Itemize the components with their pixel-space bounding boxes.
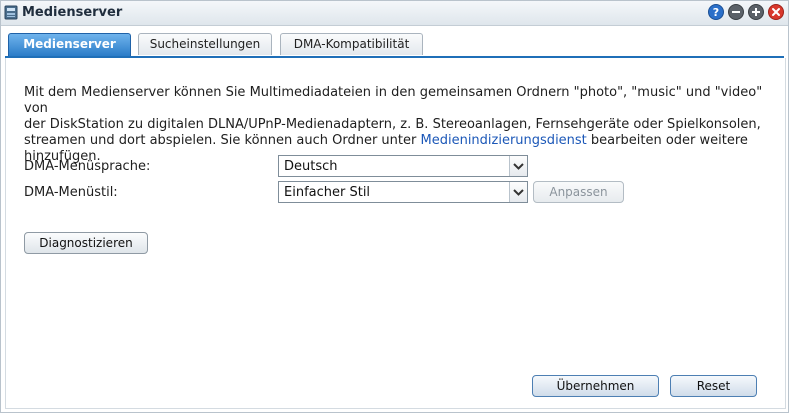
menu-language-select[interactable]: Deutsch [278, 155, 528, 177]
menu-style-label: DMA-Menüstil: [24, 185, 118, 200]
close-icon [768, 4, 784, 20]
minimize-button[interactable] [728, 4, 744, 20]
customize-button[interactable]: Anpassen [533, 181, 624, 203]
diagnose-button[interactable]: Diagnostizieren [24, 232, 148, 254]
minimize-icon [728, 4, 744, 20]
menu-style-select[interactable]: Einfacher Stil [278, 181, 528, 203]
media-indexing-link[interactable]: Medienindizierungsdienst [421, 133, 587, 148]
title-bar: Medienserver ? [1, 1, 788, 26]
menu-language-value: Deutsch [284, 159, 338, 174]
window-title: Medienserver [22, 5, 123, 20]
tab-bar: Medienserver Sucheinstellungen DMA-Kompa… [1, 26, 788, 58]
menu-style-dropdown-button[interactable] [509, 182, 527, 202]
tab-medienserver[interactable]: Medienserver [8, 33, 131, 56]
description-line-3: streamen und dort abspielen. Sie können … [24, 133, 421, 148]
chevron-down-icon [513, 189, 524, 196]
help-button[interactable]: ? [708, 4, 724, 20]
menu-language-label: DMA-Menüsprache: [24, 159, 151, 174]
description-line-3-end: bearbeiten oder weitere [586, 133, 748, 148]
apply-button[interactable]: Übernehmen [532, 375, 659, 397]
media-server-window: Medienserver ? Medienserver Sucheinstell… [0, 0, 789, 413]
description-line-1: Mit dem Medienserver können Sie Multimed… [24, 85, 763, 116]
close-button[interactable] [768, 4, 784, 20]
svg-text:?: ? [713, 6, 719, 19]
menu-style-value: Einfacher Stil [284, 185, 371, 200]
maximize-button[interactable] [748, 4, 764, 20]
media-server-app-icon [4, 5, 18, 20]
chevron-down-icon [513, 163, 524, 170]
menu-language-dropdown-button[interactable] [509, 156, 527, 176]
description-text: Mit dem Medienserver können Sie Multimed… [24, 85, 784, 165]
tab-sucheinstellungen[interactable]: Sucheinstellungen [138, 33, 272, 55]
tab-dma-kompatibilitaet[interactable]: DMA-Kompatibilität [280, 33, 423, 55]
reset-button[interactable]: Reset [670, 375, 757, 397]
help-icon: ? [708, 4, 724, 20]
description-line-2: der DiskStation zu digitalen DLNA/UPnP-M… [24, 117, 761, 132]
maximize-icon [748, 4, 764, 20]
